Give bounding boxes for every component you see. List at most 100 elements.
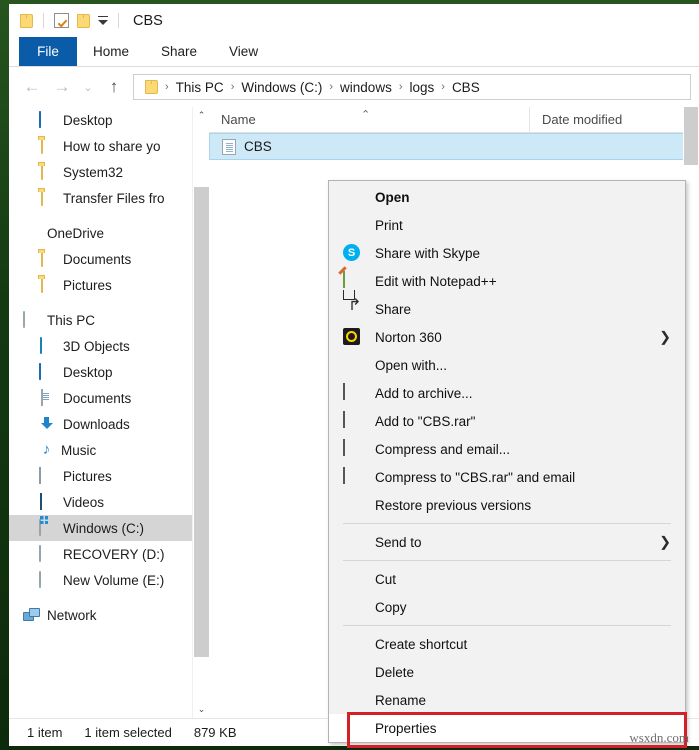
menu-item-share-with-skype[interactable]: S Share with Skype xyxy=(329,239,685,267)
menu-icon-placeholder xyxy=(343,598,365,616)
uac-shield-icon xyxy=(343,663,365,681)
windows-drive-icon xyxy=(39,519,56,536)
sidebar-item-pictures-pc[interactable]: Pictures xyxy=(9,463,209,489)
sidebar-item-desktop-pc[interactable]: Desktop xyxy=(9,359,209,385)
breadcrumb-separator: › xyxy=(398,81,403,93)
recent-locations-chevron-icon[interactable]: ⌄ xyxy=(77,73,99,101)
forward-arrow-icon[interactable]: → xyxy=(47,73,77,101)
menu-item-create-shortcut[interactable]: Create shortcut xyxy=(329,630,685,658)
sidebar-item-label: Documents xyxy=(63,251,132,267)
menu-item-print[interactable]: Print xyxy=(329,211,685,239)
menu-item-norton-360[interactable]: Norton 360 ❯ xyxy=(329,323,685,351)
sidebar-item-downloads[interactable]: Downloads xyxy=(9,411,209,437)
sidebar-item-desktop[interactable]: Desktop xyxy=(9,107,209,133)
menu-item-compress-to-cbs-rar-and-email[interactable]: Compress to "CBS.rar" and email xyxy=(329,463,685,491)
address-bar[interactable]: › This PC › Windows (C:) › windows › log… xyxy=(133,74,691,100)
folder-icon[interactable] xyxy=(72,10,94,32)
share-icon xyxy=(343,300,365,318)
downloads-icon xyxy=(39,416,56,432)
sidebar-item-system32[interactable]: System32 xyxy=(9,159,209,185)
winrar-icon xyxy=(343,439,365,458)
menu-separator xyxy=(343,625,671,626)
menu-item-open-with[interactable]: Open with... xyxy=(329,351,685,379)
scrollbar-thumb[interactable] xyxy=(194,187,209,657)
tab-file[interactable]: File xyxy=(19,37,77,66)
sidebar-item-label: Music xyxy=(61,442,97,458)
menu-item-open[interactable]: Open xyxy=(329,183,685,211)
back-arrow-icon[interactable]: ← xyxy=(17,73,47,101)
menu-item-restore-previous-versions[interactable]: Restore previous versions xyxy=(329,491,685,519)
context-menu: Open Print S Share with Skype Edit with … xyxy=(328,180,686,743)
sidebar-item-new-volume-e[interactable]: New Volume (E:) xyxy=(9,567,209,593)
sidebar-item-videos[interactable]: Videos xyxy=(9,489,209,515)
sidebar-item-onedrive-pictures[interactable]: Pictures xyxy=(9,272,209,298)
tab-view[interactable]: View xyxy=(213,37,274,66)
menu-item-copy[interactable]: Copy xyxy=(329,593,685,621)
norton-icon xyxy=(343,328,365,346)
menu-item-delete[interactable]: Delete xyxy=(329,658,685,686)
menu-item-label: Open with... xyxy=(375,357,448,373)
sidebar-item-label: New Volume (E:) xyxy=(63,572,165,588)
sidebar-item-recovery-d[interactable]: RECOVERY (D:) xyxy=(9,541,209,567)
column-header-date-label: Date modified xyxy=(542,112,623,127)
menu-item-label: Share with Skype xyxy=(375,245,481,261)
menu-icon-placeholder xyxy=(343,188,365,206)
tab-share[interactable]: Share xyxy=(145,37,213,66)
sidebar-item-3d-objects[interactable]: 3D Objects xyxy=(9,333,209,359)
scrollbar-thumb[interactable] xyxy=(684,107,698,165)
sidebar-item-how-to-share[interactable]: How to share yo xyxy=(9,133,209,159)
sidebar-item-label: Videos xyxy=(63,494,105,510)
submenu-chevron-icon: ❯ xyxy=(659,533,671,550)
chevron-up-icon[interactable]: ⌃ xyxy=(193,107,209,124)
sidebar-item-label: Pictures xyxy=(63,468,112,484)
status-size: 879 KB xyxy=(193,725,237,740)
column-header-date-modified[interactable]: Date modified xyxy=(529,107,699,132)
menu-item-label: Compress and email... xyxy=(375,441,511,457)
menu-item-cut[interactable]: Cut xyxy=(329,565,685,593)
menu-item-add-to-archive[interactable]: Add to archive... xyxy=(329,379,685,407)
sidebar-item-label: Desktop xyxy=(63,112,113,128)
customize-quick-access-chevron-icon[interactable] xyxy=(94,10,112,32)
menu-item-label: Compress to "CBS.rar" and email xyxy=(375,469,576,485)
documents-icon xyxy=(39,389,56,406)
table-row[interactable]: CBS xyxy=(209,133,698,160)
chevron-down-icon[interactable]: ⌄ xyxy=(193,701,209,718)
sidebar-scrollbar[interactable]: ⌃ ⌄ xyxy=(192,107,209,718)
menu-item-edit-with-notepadpp[interactable]: Edit with Notepad++ xyxy=(329,267,685,295)
column-headers: Name ⌃ Date modified xyxy=(209,107,699,133)
winrar-icon xyxy=(343,383,365,402)
sidebar-item-music[interactable]: ♪ Music xyxy=(9,437,209,463)
sidebar-item-documents-pc[interactable]: Documents xyxy=(9,385,209,411)
breadcrumb-windows-c[interactable]: Windows (C:) xyxy=(237,80,326,95)
breadcrumb-cbs[interactable]: CBS xyxy=(448,80,484,95)
breadcrumb-separator: › xyxy=(165,81,169,93)
menu-item-compress-and-email[interactable]: Compress and email... xyxy=(329,435,685,463)
drive-icon xyxy=(39,545,56,562)
sidebar-item-this-pc[interactable]: This PC xyxy=(9,307,209,333)
menu-item-share[interactable]: Share xyxy=(329,295,685,323)
breadcrumb-logs[interactable]: logs xyxy=(406,80,439,95)
sidebar-item-network[interactable]: Network xyxy=(9,602,209,628)
menu-item-label: Add to "CBS.rar" xyxy=(375,413,476,429)
divider xyxy=(43,13,44,28)
sidebar-item-windows-c[interactable]: Windows (C:) xyxy=(9,515,209,541)
sidebar-item-label: This PC xyxy=(47,312,96,328)
up-arrow-icon[interactable]: ↑ xyxy=(99,73,129,101)
sidebar-item-transfer-files[interactable]: Transfer Files fro xyxy=(9,185,209,211)
sort-ascending-caret-icon: ⌃ xyxy=(361,109,371,121)
sidebar-item-label: Desktop xyxy=(63,364,113,380)
skype-icon: S xyxy=(343,244,365,262)
menu-item-add-to-cbs-rar[interactable]: Add to "CBS.rar" xyxy=(329,407,685,435)
sidebar-item-onedrive[interactable]: OneDrive xyxy=(9,220,209,246)
tab-home[interactable]: Home xyxy=(77,37,145,66)
folder-icon[interactable] xyxy=(15,10,37,32)
sidebar-item-label: System32 xyxy=(63,164,124,180)
sidebar-item-onedrive-documents[interactable]: Documents xyxy=(9,246,209,272)
breadcrumb-windows[interactable]: windows xyxy=(336,80,396,95)
menu-item-send-to[interactable]: Send to ❯ xyxy=(329,528,685,556)
menu-item-rename[interactable]: Rename xyxy=(329,686,685,714)
title-bar: CBS xyxy=(9,4,699,37)
breadcrumb-this-pc[interactable]: This PC xyxy=(172,80,228,95)
column-header-name[interactable]: Name ⌃ xyxy=(209,107,529,132)
checkbox-properties-icon[interactable] xyxy=(50,10,72,32)
